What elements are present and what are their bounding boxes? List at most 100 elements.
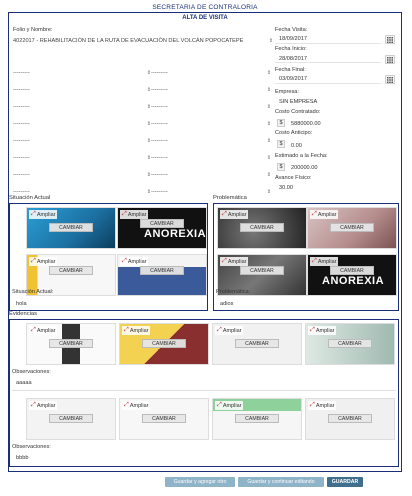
- empresa-value: SIN EMPRESA: [279, 99, 318, 105]
- ampliar-button[interactable]: ⤢ Ampliar: [29, 326, 58, 335]
- save-button[interactable]: GUARDAR: [327, 477, 363, 487]
- evidencia-image-7: ⤢ Ampliar CAMBIAR: [212, 398, 302, 440]
- dollar-icon: $: [277, 163, 285, 171]
- costo-contratado-label: Costo Contratado:: [275, 109, 321, 115]
- evidencias-title: Evidencias: [9, 311, 38, 317]
- situacion-image-4: ⤢ Ampliar CAMBIAR: [117, 254, 207, 296]
- cambiar-button[interactable]: CAMBIAR: [235, 414, 279, 423]
- dash-select[interactable]: --------- ⇕: [151, 69, 271, 77]
- dash-select[interactable]: --------- ⇕: [151, 137, 271, 145]
- dash-select[interactable]: --------- ⇕: [151, 188, 271, 196]
- calendar-icon[interactable]: [385, 55, 395, 64]
- calendar-icon[interactable]: [385, 35, 395, 44]
- estimado-label: Estimado a la Fecha:: [275, 153, 328, 159]
- dash-select-value: ---------: [151, 70, 168, 76]
- ampliar-button[interactable]: ⤢ Ampliar: [29, 401, 58, 410]
- dash-select-value: ---------: [151, 189, 168, 195]
- evidencia-image-6: ⤢ Ampliar CAMBIAR: [119, 398, 209, 440]
- ampliar-button[interactable]: ⤢ Ampliar: [122, 326, 151, 335]
- calendar-icon[interactable]: [385, 75, 395, 84]
- dash-select[interactable]: --------- ⇕: [13, 120, 151, 128]
- folio-label: Folio y Nombre:: [13, 27, 53, 33]
- cambiar-button[interactable]: CAMBIAR: [240, 223, 284, 232]
- ampliar-button[interactable]: ⤢ Ampliar: [29, 257, 58, 266]
- ampliar-button[interactable]: ⤢ Ampliar: [310, 210, 339, 219]
- dash-select-value: ---------: [13, 104, 30, 110]
- ampliar-button[interactable]: ⤢ Ampliar: [310, 257, 339, 266]
- cambiar-button[interactable]: CAMBIAR: [49, 266, 93, 275]
- dollar-icon: $: [277, 119, 285, 127]
- cambiar-button[interactable]: CAMBIAR: [328, 339, 372, 348]
- dash-select[interactable]: --------- ⇕: [13, 69, 151, 77]
- expand-icon: ⤢: [124, 327, 129, 333]
- dash-select[interactable]: --------- ⇕: [151, 171, 271, 179]
- dash-select[interactable]: --------- ⇕: [13, 103, 151, 111]
- cambiar-button[interactable]: CAMBIAR: [330, 223, 374, 232]
- dash-select[interactable]: --------- ⇕: [151, 103, 271, 111]
- anorexia-image-text: ANOREXIA: [144, 228, 207, 240]
- cambiar-button[interactable]: CAMBIAR: [49, 223, 93, 232]
- cambiar-button[interactable]: CAMBIAR: [140, 219, 184, 228]
- ampliar-button[interactable]: ⤢ Ampliar: [220, 257, 249, 266]
- dash-select[interactable]: --------- ⇕: [13, 137, 151, 145]
- select-arrow-icon: ⇕: [266, 70, 271, 76]
- select-arrow-icon: ⇕: [266, 121, 271, 127]
- cambiar-button[interactable]: CAMBIAR: [140, 266, 184, 275]
- situacion-panel: ⤢ Ampliar CAMBIAR ANOREXIA ⤢ Ampliar CAMBI…: [9, 203, 208, 311]
- avance-value[interactable]: 30.00: [279, 185, 293, 191]
- ampliar-button[interactable]: ⤢ Ampliar: [215, 401, 244, 410]
- expand-icon: ⤢: [310, 402, 315, 408]
- ampliar-button[interactable]: ⤢ Ampliar: [215, 326, 244, 335]
- visit-form: ALTA DE VISITA Folio y Nombre: 4022017 -…: [8, 12, 402, 472]
- ampliar-button[interactable]: ⤢ Ampliar: [308, 401, 337, 410]
- estimado-value[interactable]: 200000.00: [291, 165, 317, 171]
- costo-anticipo-label: Costo Anticipo:: [275, 130, 313, 136]
- cambiar-button[interactable]: CAMBIAR: [49, 339, 93, 348]
- cambiar-button[interactable]: CAMBIAR: [235, 339, 279, 348]
- cambiar-button[interactable]: CAMBIAR: [240, 266, 284, 275]
- costo-anticipo-value[interactable]: 0.00: [291, 143, 302, 149]
- expand-icon: ⤢: [31, 402, 36, 408]
- dash-select[interactable]: --------- ⇕: [13, 171, 151, 179]
- folio-select[interactable]: 4022017 - REHABILITACIÓN DE LA RUTA DE E…: [13, 37, 273, 45]
- save-continue-button[interactable]: Guardar y continuar editando: [238, 477, 324, 487]
- folio-value: 4022017 - REHABILITACIÓN DE LA RUTA DE E…: [13, 38, 244, 44]
- select-arrow-icon: ⇕: [266, 155, 271, 161]
- cambiar-button[interactable]: CAMBIAR: [142, 339, 186, 348]
- ampliar-button[interactable]: ⤢ Ampliar: [308, 326, 337, 335]
- problematica-image-2: ⤢ Ampliar CAMBIAR: [307, 207, 397, 249]
- dash-select-value: ---------: [13, 87, 30, 93]
- ampliar-button[interactable]: ⤢ Ampliar: [122, 401, 151, 410]
- select-arrow-icon: ⇕: [266, 189, 271, 195]
- dash-select[interactable]: --------- ⇕: [13, 154, 151, 162]
- evidencia-image-2: ⤢ Ampliar CAMBIAR: [119, 323, 209, 365]
- ampliar-button[interactable]: ⤢ Ampliar: [220, 210, 249, 219]
- cambiar-button[interactable]: CAMBIAR: [142, 414, 186, 423]
- expand-icon: ⤢: [31, 327, 36, 333]
- ampliar-button[interactable]: ⤢ Ampliar: [120, 257, 149, 266]
- problematica-panel: ⤢ Ampliar CAMBIAR ⤢ Ampliar CAMBIAR ⤢ Ampli…: [213, 203, 399, 311]
- observaciones-value-2[interactable]: bbbb: [16, 455, 28, 461]
- anorexia-image-text: ANOREXIA: [322, 275, 385, 287]
- problematica-field-value[interactable]: adios: [220, 301, 233, 307]
- save-add-button[interactable]: Guardar y agregar otro: [165, 477, 235, 487]
- fecha-final-value: 03/09/2017: [279, 76, 307, 82]
- cambiar-button[interactable]: CAMBIAR: [330, 266, 374, 275]
- situacion-field-value[interactable]: hola: [16, 301, 27, 307]
- costo-contratado-value[interactable]: 5880000.00: [291, 121, 321, 127]
- dash-select[interactable]: --------- ⇕: [13, 86, 151, 94]
- cambiar-button[interactable]: CAMBIAR: [328, 414, 372, 423]
- fecha-inicio-value: 28/08/2017: [279, 56, 307, 62]
- dash-select-value: ---------: [151, 121, 168, 127]
- dash-select[interactable]: --------- ⇕: [151, 120, 271, 128]
- expand-icon: ⤢: [217, 402, 222, 408]
- fecha-inicio-label: Fecha Inicio:: [275, 46, 307, 52]
- ampliar-button[interactable]: ⤢ Ampliar: [120, 210, 149, 219]
- cambiar-button[interactable]: CAMBIAR: [49, 414, 93, 423]
- select-arrow-icon: ⇕: [266, 138, 271, 144]
- expand-icon: ⤢: [222, 258, 227, 264]
- ampliar-button[interactable]: ⤢ Ampliar: [29, 210, 58, 219]
- observaciones-value-1[interactable]: aaaaa: [16, 380, 32, 386]
- dash-select[interactable]: --------- ⇕: [151, 86, 271, 94]
- dash-select[interactable]: --------- ⇕: [151, 154, 271, 162]
